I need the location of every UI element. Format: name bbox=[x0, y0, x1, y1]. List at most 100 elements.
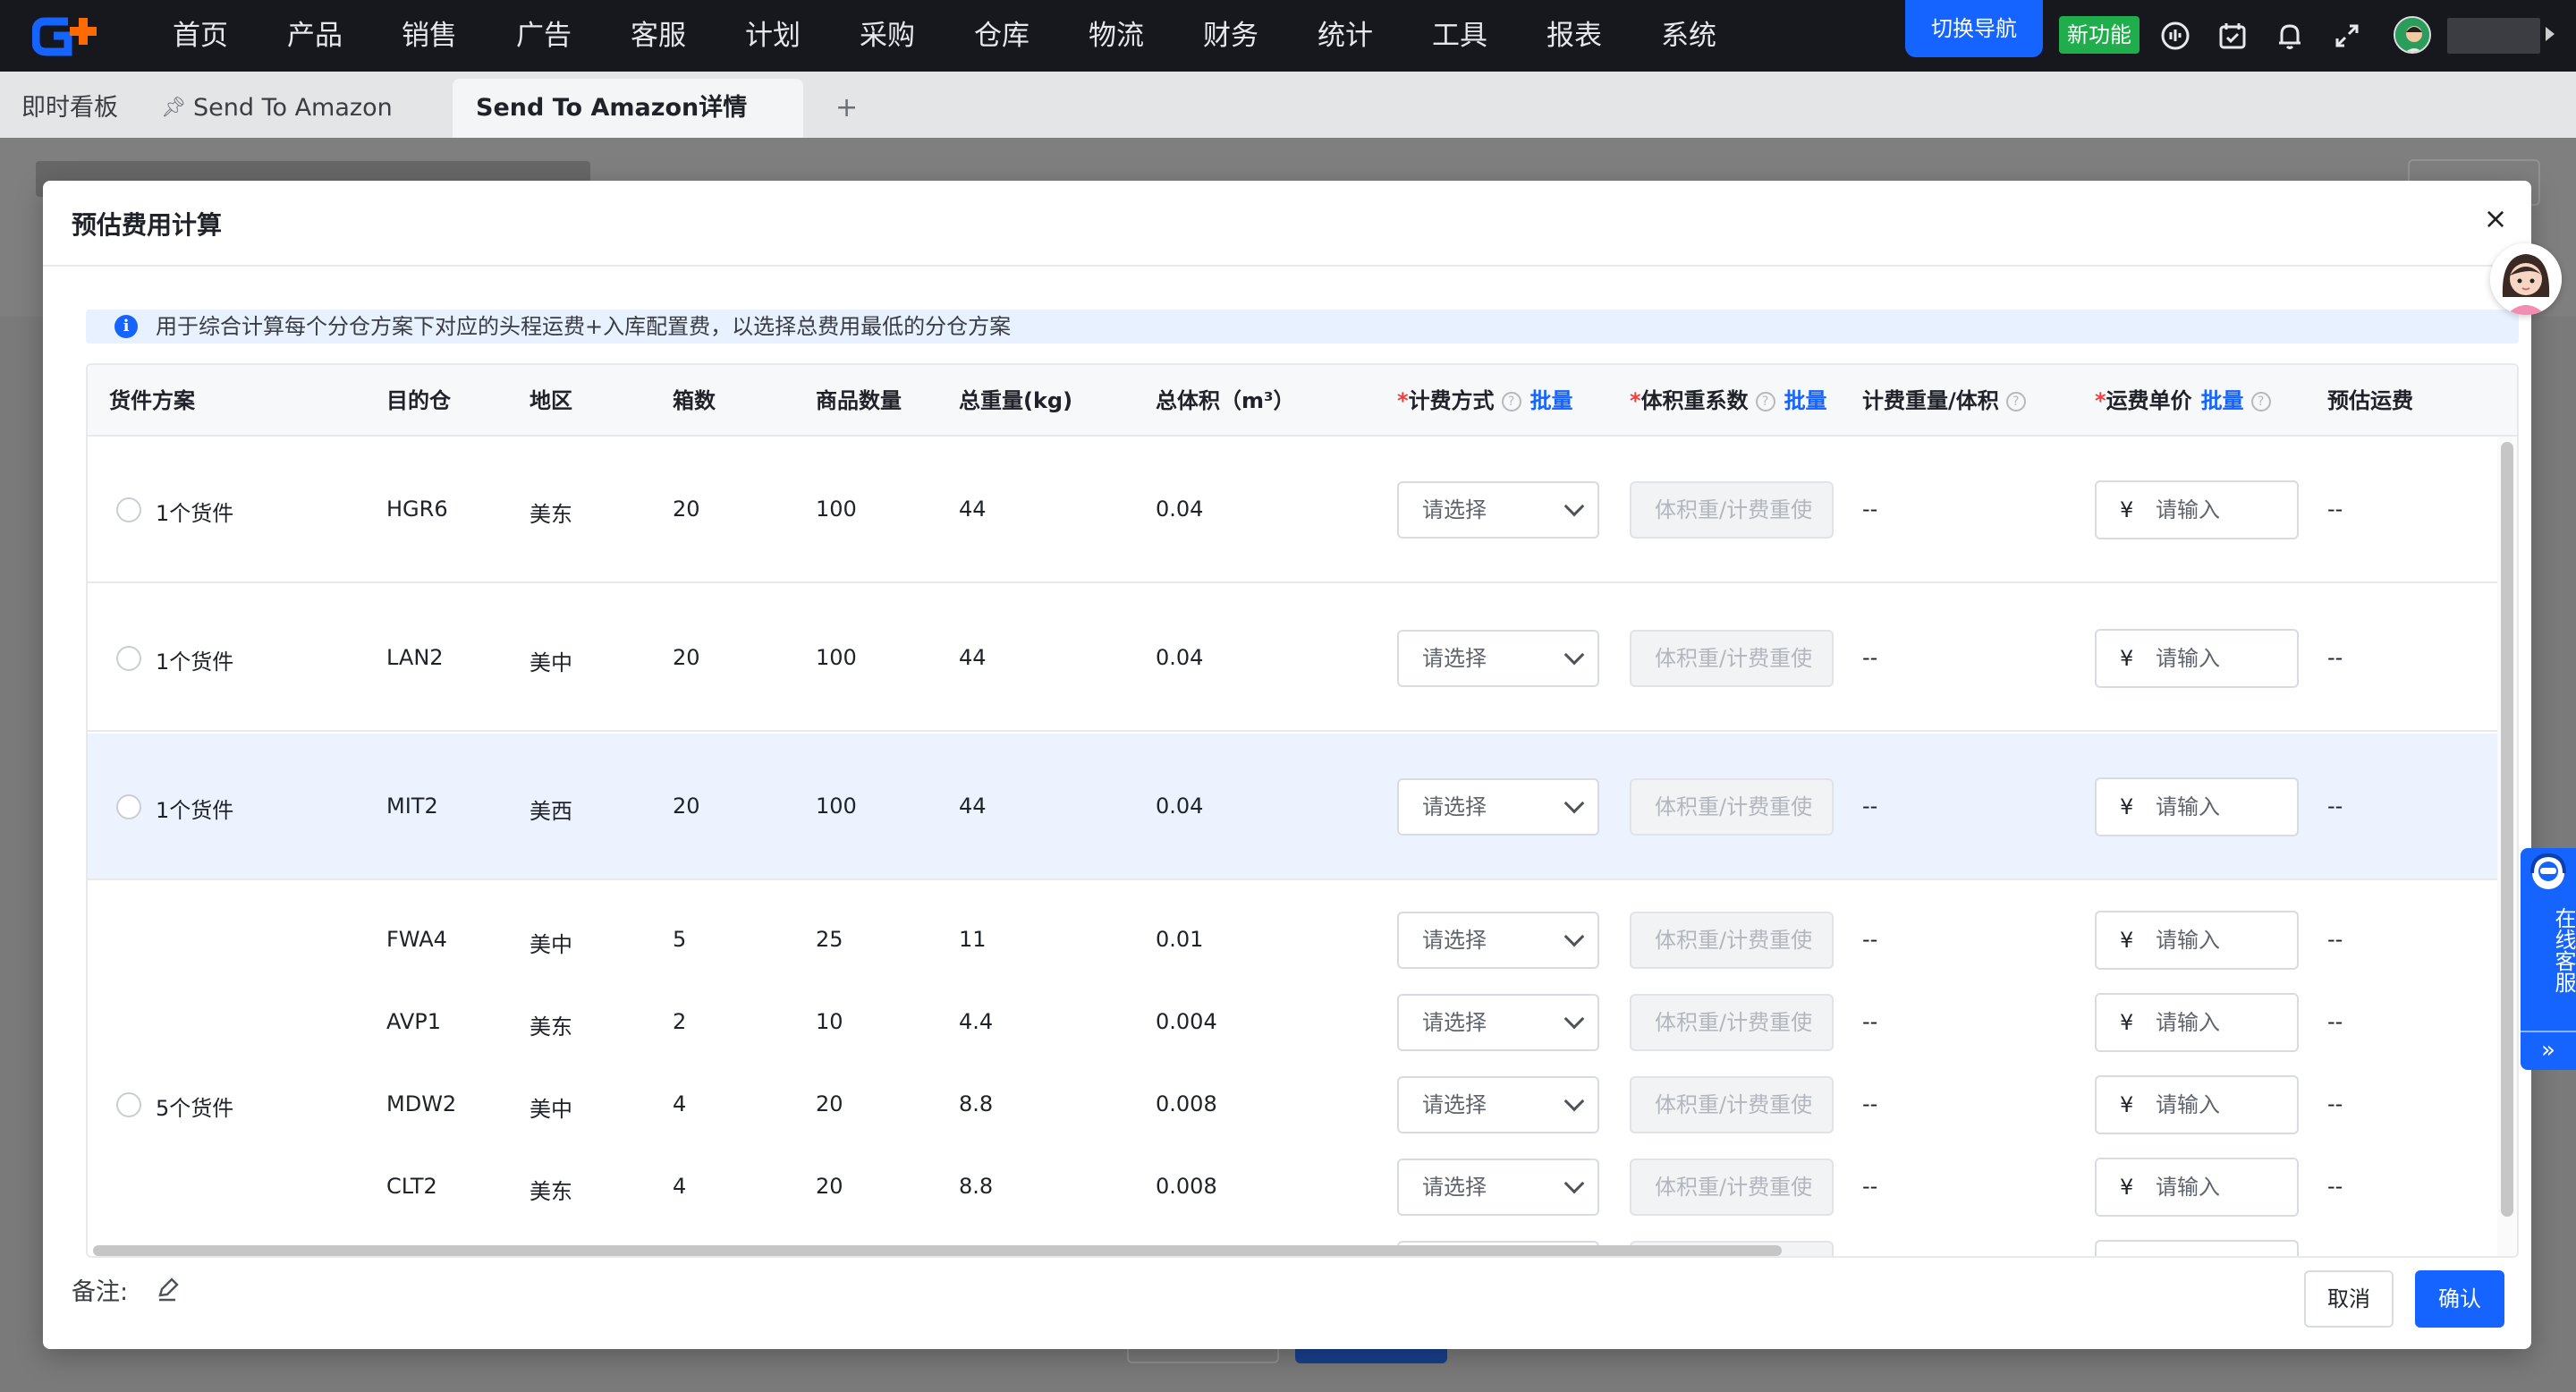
batch-billing-method-link[interactable]: 批量 bbox=[1530, 388, 1573, 413]
nav-item[interactable]: 计划 bbox=[716, 0, 830, 72]
unit-price-input[interactable]: ¥ 请输入 bbox=[2095, 480, 2299, 539]
help-icon[interactable]: ? bbox=[1501, 392, 1521, 412]
dashboard-gauge-icon[interactable] bbox=[2159, 20, 2191, 52]
nav-item[interactable]: 首页 bbox=[143, 0, 258, 72]
plan-label: 1个货件 bbox=[156, 649, 234, 675]
cell-warehouse: CLT2 bbox=[386, 1174, 437, 1199]
plan-radio[interactable] bbox=[116, 497, 141, 522]
help-icon[interactable]: ? bbox=[1755, 392, 1775, 412]
nav-item[interactable]: 统计 bbox=[1288, 0, 1402, 72]
plan-radio[interactable] bbox=[116, 1092, 141, 1117]
billing-method-select[interactable]: 请选择 bbox=[1397, 481, 1599, 539]
unit-price-input[interactable]: ¥ 请输入 bbox=[2095, 1158, 2299, 1217]
unit-price-input[interactable]: ¥ 请输入 bbox=[2095, 911, 2299, 970]
cell-qty: 100 bbox=[816, 497, 857, 522]
add-tab-button[interactable]: + bbox=[835, 79, 858, 138]
calendar-check-icon[interactable] bbox=[2216, 20, 2249, 52]
nav-item[interactable]: 系统 bbox=[1631, 0, 1746, 72]
batch-unit-price-link[interactable]: 批量 bbox=[2201, 388, 2244, 413]
cancel-button[interactable]: 取消 bbox=[2304, 1270, 2394, 1328]
unit-price-input[interactable]: ¥ 请输入 bbox=[2095, 777, 2299, 836]
nav-item[interactable]: 产品 bbox=[258, 0, 372, 72]
cell-volume: 0.04 bbox=[1156, 645, 1204, 670]
cell-boxes: 20 bbox=[673, 645, 700, 670]
new-feature-button[interactable]: 新功能 bbox=[2059, 16, 2140, 54]
plan-group: 5个货件 FWA4 美中 5 25 11 0.01 请选择 体积重/计费重使 -- ¥ 请输入 -- AV… bbox=[88, 882, 2497, 1256]
horizontal-scrollbar[interactable] bbox=[93, 1245, 1782, 1256]
notification-bell-icon[interactable] bbox=[2274, 20, 2306, 52]
close-icon[interactable]: × bbox=[2479, 202, 2512, 234]
nav-item[interactable]: 工具 bbox=[1402, 0, 1517, 72]
col-warehouse: 目的仓 bbox=[386, 388, 451, 413]
cell-boxes: 20 bbox=[673, 794, 700, 819]
chevron-down-icon bbox=[1563, 1255, 1585, 1256]
vol-factor-placeholder: 体积重/计费重使 bbox=[1655, 646, 1813, 671]
vol-factor-placeholder: 体积重/计费重使 bbox=[1655, 1010, 1813, 1035]
nav-item[interactable]: 财务 bbox=[1174, 0, 1288, 72]
col-vol-factor: *体积重系数? 批量 bbox=[1630, 365, 1827, 437]
edit-pencil-icon[interactable] bbox=[154, 1276, 181, 1303]
table-body: 1个货件 HGR6 美东 20 100 44 0.04 请选择 体积重/计费重使 -- ¥ 请输入 --… bbox=[88, 437, 2497, 1256]
nav-item[interactable]: 广告 bbox=[487, 0, 601, 72]
cell-warehouse: MDW2 bbox=[386, 1091, 457, 1116]
cell-est-freight: -- bbox=[2327, 1009, 2343, 1034]
col-boxes: 箱数 bbox=[673, 388, 716, 413]
batch-vol-factor-link[interactable]: 批量 bbox=[1784, 388, 1827, 413]
select-placeholder: 请选择 bbox=[1422, 1092, 1487, 1117]
unit-price-input[interactable]: ¥ 请输入 bbox=[2095, 993, 2299, 1052]
unit-price-input[interactable]: ¥ 请输入 bbox=[2095, 1075, 2299, 1134]
fullscreen-icon[interactable] bbox=[2331, 20, 2363, 52]
assistant-avatar[interactable] bbox=[2490, 243, 2562, 315]
user-name-redacted[interactable] bbox=[2447, 18, 2540, 54]
billing-method-select[interactable]: 请选择 bbox=[1397, 994, 1599, 1051]
cell-qty: 100 bbox=[816, 794, 857, 819]
cell-volume: 0.008 bbox=[1156, 1174, 1217, 1199]
vol-factor-input-disabled: 体积重/计费重使 bbox=[1630, 630, 1834, 687]
nav-item[interactable]: 采购 bbox=[830, 0, 945, 72]
cell-est-freight: -- bbox=[2327, 927, 2343, 952]
tab-dashboard[interactable]: 即时看板 bbox=[21, 79, 118, 138]
cell-weight: 11 bbox=[959, 927, 987, 952]
nav-item[interactable]: 客服 bbox=[601, 0, 716, 72]
cell-warehouse: LAN2 bbox=[386, 645, 444, 670]
tab-send-to-amazon[interactable]: Send To Amazon bbox=[193, 79, 393, 138]
currency-symbol: ¥ bbox=[2120, 794, 2134, 819]
nav-item[interactable]: 物流 bbox=[1059, 0, 1174, 72]
nav-item[interactable]: 仓库 bbox=[945, 0, 1059, 72]
billing-method-select[interactable]: 请选择 bbox=[1397, 912, 1599, 969]
billing-method-select[interactable]: 请选择 bbox=[1397, 630, 1599, 687]
billing-method-select[interactable]: 请选择 bbox=[1397, 778, 1599, 836]
vertical-scrollbar[interactable] bbox=[2501, 442, 2513, 1217]
price-placeholder: 请输入 bbox=[2156, 1242, 2220, 1256]
plan-radio[interactable] bbox=[116, 646, 141, 671]
unit-price-input[interactable]: ¥ 请输入 bbox=[2095, 629, 2299, 688]
user-avatar[interactable] bbox=[2394, 16, 2431, 54]
nav-item[interactable]: 销售 bbox=[372, 0, 487, 72]
price-placeholder: 请输入 bbox=[2156, 646, 2220, 671]
help-icon[interactable]: ? bbox=[2005, 392, 2026, 412]
user-menu-caret-icon[interactable] bbox=[2546, 27, 2555, 41]
currency-symbol: ¥ bbox=[2120, 1242, 2133, 1256]
billing-method-select[interactable]: 请选择 bbox=[1397, 1159, 1599, 1216]
online-service-label[interactable]: 在线客服 bbox=[2521, 907, 2576, 993]
nav-item[interactable]: 报表 bbox=[1517, 0, 1631, 72]
tab-send-to-amazon-detail[interactable]: Send To Amazon详情 bbox=[453, 79, 803, 138]
confirm-button[interactable]: 确认 bbox=[2415, 1270, 2504, 1328]
cell-boxes: 2 bbox=[673, 1009, 687, 1034]
switch-navigation-button[interactable]: 切换导航 bbox=[1905, 0, 2043, 57]
cell-boxes: 5 bbox=[673, 927, 687, 952]
plan-radio[interactable] bbox=[116, 794, 141, 819]
pin-icon[interactable]: 📌︎ bbox=[161, 79, 186, 138]
help-icon[interactable]: ? bbox=[2250, 392, 2271, 412]
billing-method-select[interactable]: 请选择 bbox=[1397, 1076, 1599, 1133]
plan-label: 1个货件 bbox=[156, 501, 234, 526]
unit-price-input[interactable]: ¥ 请输入 bbox=[2095, 1240, 2299, 1256]
select-placeholder: 请选择 bbox=[1422, 1010, 1487, 1035]
select-placeholder: 请选择 bbox=[1422, 794, 1487, 819]
price-placeholder: 请输入 bbox=[2156, 928, 2220, 953]
brand-logo-icon[interactable] bbox=[32, 14, 113, 57]
required-mark: * bbox=[1630, 388, 1641, 413]
collapse-widget-button[interactable]: » bbox=[2521, 1031, 2576, 1070]
currency-symbol: ¥ bbox=[2120, 1010, 2134, 1035]
chevron-down-icon bbox=[1563, 1091, 1585, 1112]
